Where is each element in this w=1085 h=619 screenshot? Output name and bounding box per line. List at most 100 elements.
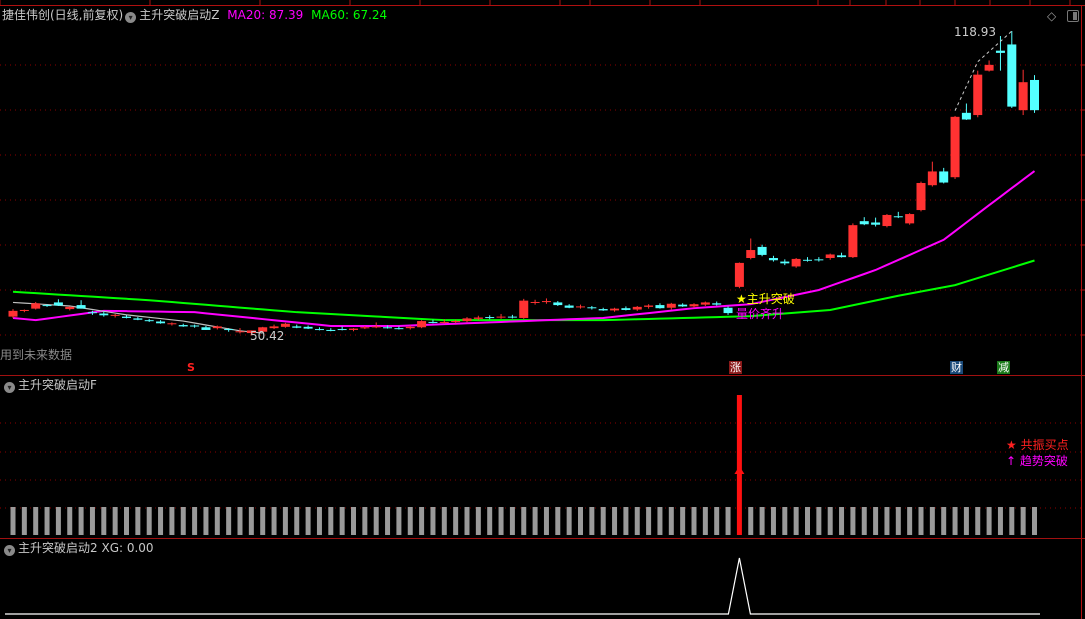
- f-bar: [124, 507, 129, 535]
- indicator-name[interactable]: 主升突破启动Z: [139, 8, 219, 22]
- candle-body: [610, 308, 620, 311]
- f-bar: [827, 507, 833, 535]
- f-bar: [986, 507, 992, 535]
- f-bar: [634, 507, 640, 535]
- candle-body: [156, 321, 166, 324]
- candle-body: [292, 326, 302, 328]
- f-bar: [487, 507, 493, 535]
- dropdown-icon[interactable]: ▾: [4, 382, 15, 393]
- candle-body: [383, 327, 393, 329]
- candle-body: [190, 325, 200, 327]
- f-bar: [1020, 507, 1026, 535]
- f-bar: [385, 507, 391, 535]
- f-bar: [101, 507, 107, 535]
- f-bar: [623, 507, 629, 535]
- candle-body: [1007, 44, 1017, 107]
- f-bar: [895, 507, 901, 535]
- f-bar: [55, 507, 61, 535]
- f-bar: [657, 507, 663, 535]
- candle-body: [485, 317, 495, 319]
- candle-body: [496, 316, 506, 318]
- panel-xg-header: ▾ 主升突破启动2 XG: 0.00: [2, 541, 154, 556]
- candle-body: [882, 214, 892, 227]
- candle-body: [939, 171, 949, 183]
- f-bar: [521, 507, 527, 535]
- f-bar: [362, 507, 368, 535]
- f-bar: [884, 507, 890, 535]
- candle-body: [768, 258, 778, 261]
- f-bar: [237, 507, 243, 535]
- candle-body: [621, 308, 631, 310]
- f-bar: [33, 507, 39, 535]
- f-bar: [44, 507, 50, 535]
- f-bar: [725, 507, 731, 535]
- f-bar: [805, 507, 810, 535]
- candle-body: [825, 254, 835, 259]
- diamond-icon[interactable]: ◇: [1047, 9, 1056, 23]
- f-bar: [555, 507, 561, 535]
- f-bar: [248, 507, 254, 535]
- candle-body: [428, 321, 438, 323]
- candle-body: [337, 329, 347, 331]
- f-bar: [997, 507, 1003, 535]
- f-bar: [702, 507, 708, 535]
- trend-arrow-icon: [734, 466, 745, 474]
- candle-body: [133, 318, 143, 320]
- f-bar: [441, 507, 447, 535]
- dropdown-icon[interactable]: ▾: [4, 545, 15, 556]
- f-bar: [339, 507, 345, 535]
- candle-body: [871, 222, 881, 225]
- candle-body: [791, 258, 801, 267]
- candle-body: [303, 326, 313, 329]
- panel-toggle-icon[interactable]: [1067, 10, 1079, 22]
- candle-body: [65, 306, 75, 310]
- candle-body: [587, 307, 597, 309]
- f-bar: [952, 507, 958, 535]
- f-bar: [260, 507, 266, 535]
- candle-body: [349, 328, 358, 330]
- candle-body: [950, 116, 960, 178]
- f-bar: [214, 507, 220, 535]
- f-bar: [192, 507, 198, 535]
- f-bar: [861, 507, 867, 535]
- candle-body: [814, 259, 824, 261]
- candle-body: [984, 64, 994, 71]
- candle-body: [394, 328, 404, 330]
- f-bar: [112, 507, 118, 535]
- candle-body: [995, 50, 1005, 53]
- f-bar: [226, 507, 232, 535]
- panel-xg-title[interactable]: 主升突破启动2: [18, 541, 98, 555]
- candle-body: [644, 305, 654, 307]
- f-bar: [1032, 507, 1037, 535]
- f-bar: [407, 507, 413, 535]
- marker-s: S: [187, 361, 195, 374]
- f-bar: [21, 507, 27, 535]
- legend-trend-break: ↑ 趋势突破: [1006, 454, 1068, 468]
- xg-line: [5, 557, 1040, 615]
- candle-body: [530, 301, 540, 303]
- panel-f-title[interactable]: 主升突破启动F: [18, 378, 97, 392]
- candle-body: [110, 314, 120, 316]
- f-bar: [918, 507, 924, 535]
- f-bar: [578, 507, 583, 535]
- dropdown-icon[interactable]: ▾: [125, 12, 137, 23]
- f-bar: [78, 507, 84, 535]
- candle-body: [473, 317, 483, 319]
- candle-body: [553, 302, 563, 306]
- f-bar: [600, 507, 606, 535]
- f-bar: [509, 507, 515, 535]
- candle-body: [905, 214, 915, 224]
- f-bar: [67, 507, 73, 535]
- low-price-label: 50.42: [250, 329, 285, 343]
- xg-value: XG: 0.00: [101, 541, 154, 555]
- candle-body: [371, 326, 381, 328]
- f-bar: [839, 507, 845, 535]
- f-bar: [419, 507, 425, 535]
- candle-body: [689, 304, 699, 307]
- kline-chart: [0, 0, 1085, 619]
- candle-body: [803, 259, 812, 261]
- legend-buy-point: ★ 共振买点: [1006, 438, 1069, 452]
- candle-body: [837, 255, 847, 258]
- candle-body: [360, 327, 370, 329]
- candle-body: [76, 305, 86, 309]
